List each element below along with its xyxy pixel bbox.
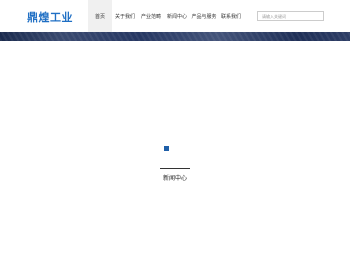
slide-indicator[interactable] — [164, 146, 169, 151]
site-header: 鼎煌工业 首页 关于我们 产业范畴 新闻中心 产品与服务 联系我们 — [0, 0, 350, 32]
page: 鼎煌工业 首页 关于我们 产业范畴 新闻中心 产品与服务 联系我们 新闻中心 — [0, 0, 350, 263]
nav-item-industry[interactable]: 产业范畴 — [138, 0, 164, 32]
banner-strip — [0, 32, 350, 41]
search-input[interactable] — [257, 11, 324, 21]
section-title-news: 新闻中心 — [160, 168, 190, 182]
nav-item-contact[interactable]: 联系我们 — [218, 0, 244, 32]
nav-item-home[interactable]: 首页 — [88, 0, 112, 32]
site-logo[interactable]: 鼎煌工业 — [27, 9, 73, 25]
nav-item-products[interactable]: 产品与服务 — [190, 0, 218, 32]
nav-item-about[interactable]: 关于我们 — [112, 0, 138, 32]
main-nav: 首页 关于我们 产业范畴 新闻中心 产品与服务 联系我们 — [88, 0, 244, 32]
nav-item-news[interactable]: 新闻中心 — [164, 0, 190, 32]
